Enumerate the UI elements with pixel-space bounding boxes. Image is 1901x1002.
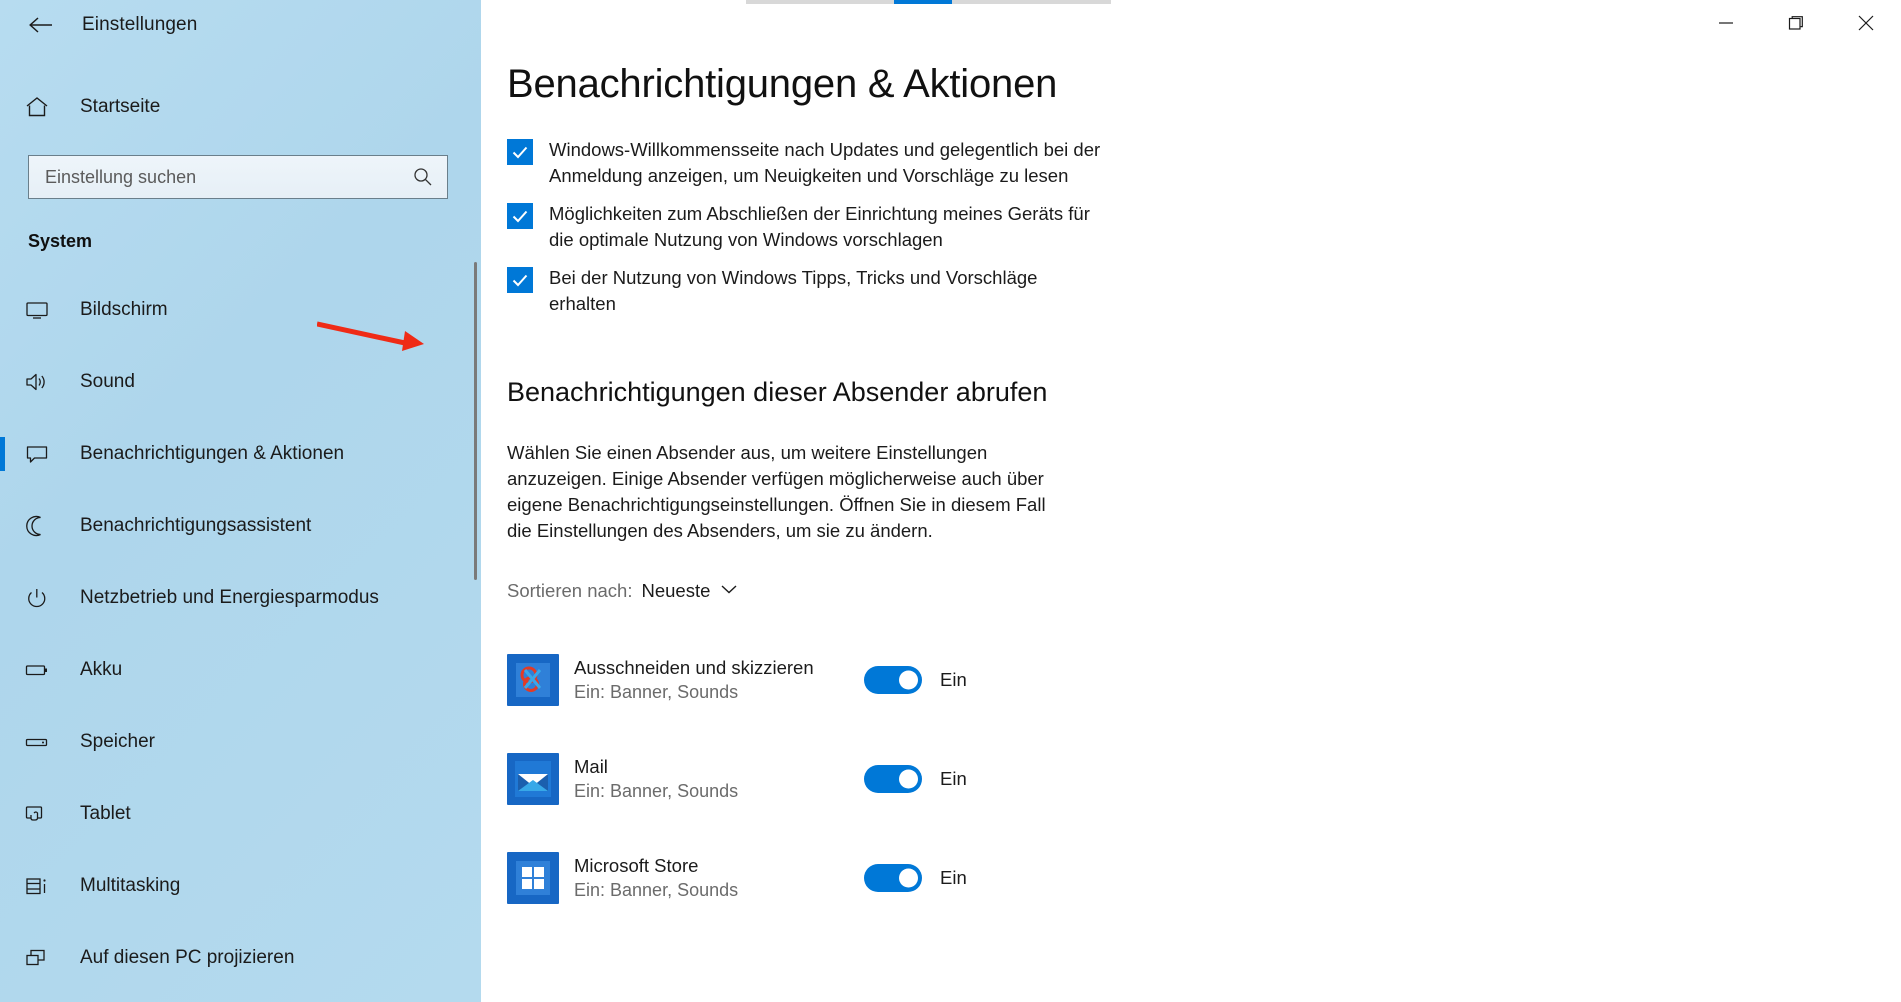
page-title: Benachrichtigungen & Aktionen — [507, 62, 1058, 106]
sidebar-item-tablet[interactable]: Tablet — [0, 778, 481, 850]
app-state: Ein: Banner, Sounds — [574, 879, 739, 900]
power-icon — [24, 587, 50, 609]
sidebar-group-title: System — [28, 231, 93, 251]
multitasking-icon — [24, 875, 50, 897]
sidebar-item-label: Benachrichtigungen & Aktionen — [80, 443, 345, 464]
sidebar-item-label: Sound — [80, 371, 135, 392]
checkbox-label: Möglichkeiten zum Abschließen der Einric… — [549, 203, 1090, 250]
sidebar-item-auf-diesen-pc-projizieren[interactable]: Auf diesen PC projizieren — [0, 922, 481, 994]
sidebar-item-label: Tablet — [80, 803, 131, 824]
toggle-state-label: Ein — [940, 767, 967, 789]
storage-icon — [24, 731, 50, 753]
close-button[interactable] — [1831, 0, 1901, 46]
toggle-state-label: Ein — [940, 866, 967, 888]
sidebar-item-akku[interactable]: Akku — [0, 634, 481, 706]
sidebar-item-label: Bildschirm — [80, 299, 168, 320]
sidebar-item-label: Netzbetrieb und Energiesparmodus — [80, 587, 379, 608]
app-row-snip-sketch[interactable]: Ausschneiden und skizzieren Ein: Banner,… — [507, 630, 1901, 729]
sidebar-item-multitasking[interactable]: Multitasking — [0, 850, 481, 922]
app-name: Mail — [574, 755, 608, 777]
sidebar-item-label: Akku — [80, 659, 123, 680]
checkbox-label: Bei der Nutzung von Windows Tipps, Trick… — [549, 267, 1038, 314]
moon-icon — [24, 515, 50, 537]
sidebar: Einstellungen Startseite System — [0, 0, 481, 1002]
settings-window: Einstellungen Startseite System — [0, 0, 1901, 1002]
main-content: Benachrichtigungen & Aktionen Windows-Wi… — [481, 0, 1901, 1002]
sidebar-item-home[interactable]: Startseite — [0, 83, 481, 131]
sidebar-titlebar: Einstellungen — [0, 0, 481, 50]
app-name: Ausschneiden und skizzieren — [574, 656, 814, 678]
sidebar-item-label: Speicher — [80, 731, 155, 752]
sidebar-nav: Bildschirm Sound Benachrichtigungen & Ak… — [0, 274, 481, 994]
mail-icon — [507, 752, 559, 805]
search-input[interactable] — [45, 166, 411, 188]
monitor-icon — [24, 299, 50, 321]
battery-icon — [24, 659, 50, 681]
chat-bubble-icon — [24, 443, 50, 465]
toggle-state-label: Ein — [940, 668, 967, 690]
app-text-block: Microsoft Store Ein: Banner, Sounds — [574, 853, 864, 903]
checkmark-icon[interactable] — [507, 267, 533, 293]
sidebar-item-bildschirm[interactable]: Bildschirm — [0, 274, 481, 346]
app-row-microsoft-store[interactable]: Microsoft Store Ein: Banner, Sounds Ein — [507, 828, 1901, 927]
minimize-icon — [1719, 22, 1733, 24]
section-description: Wählen Sie einen Absender aus, um weiter… — [507, 442, 1046, 541]
sidebar-item-label: Benachrichtigungsassistent — [80, 515, 312, 536]
sort-prefix-label: Sortieren nach: — [507, 580, 633, 601]
chevron-down-icon[interactable] — [719, 582, 739, 601]
app-row-mail[interactable]: Mail Ein: Banner, Sounds Ein — [507, 729, 1901, 828]
sidebar-item-netzbetrieb-energiesparmodus[interactable]: Netzbetrieb und Energiesparmodus — [0, 562, 481, 634]
app-text-block: Ausschneiden und skizzieren Ein: Banner,… — [574, 655, 864, 705]
app-state: Ein: Banner, Sounds — [574, 681, 739, 702]
back-button[interactable] — [18, 6, 64, 44]
window-tab-indicator — [746, 0, 1111, 4]
checkbox-label: Windows-Willkommensseite nach Updates un… — [549, 139, 1101, 186]
app-toggle-group: Ein — [864, 665, 967, 694]
sort-selected-value: Neueste — [641, 580, 711, 601]
snip-sketch-icon — [507, 653, 559, 706]
settings-page: Benachrichtigungen & Aktionen Windows-Wi… — [481, 0, 1901, 927]
speaker-icon — [24, 371, 50, 393]
home-icon — [24, 95, 50, 119]
notification-toggle[interactable] — [864, 863, 922, 892]
checkmark-icon[interactable] — [507, 139, 533, 165]
sidebar-item-sound[interactable]: Sound — [0, 346, 481, 418]
notification-toggle[interactable] — [864, 665, 922, 694]
checkbox-row-tips-tricks[interactable]: Bei der Nutzung von Windows Tipps, Trick… — [507, 265, 1901, 317]
sidebar-item-label: Multitasking — [80, 875, 181, 896]
checkmark-icon[interactable] — [507, 203, 533, 229]
section-heading-senders: Benachrichtigungen dieser Absender abruf… — [507, 377, 1048, 407]
search-icon[interactable] — [411, 166, 435, 188]
close-icon — [1858, 15, 1874, 31]
window-controls — [1691, 0, 1901, 46]
window-title: Einstellungen — [82, 14, 198, 35]
sidebar-item-label: Auf diesen PC projizieren — [80, 947, 295, 968]
microsoft-store-icon — [507, 851, 559, 904]
maximize-button[interactable] — [1761, 0, 1831, 46]
app-toggle-group: Ein — [864, 863, 967, 892]
checkbox-row-setup-suggestions[interactable]: Möglichkeiten zum Abschließen der Einric… — [507, 201, 1901, 253]
sidebar-item-benachrichtigungsassistent[interactable]: Benachrichtigungsassistent — [0, 490, 481, 562]
back-arrow-icon — [29, 17, 52, 33]
app-name: Microsoft Store — [574, 854, 699, 876]
sidebar-home-label: Startseite — [80, 96, 161, 117]
sidebar-item-speicher[interactable]: Speicher — [0, 706, 481, 778]
sender-app-list: Ausschneiden und skizzieren Ein: Banner,… — [507, 630, 1901, 927]
app-text-block: Mail Ein: Banner, Sounds — [574, 754, 864, 804]
app-state: Ein: Banner, Sounds — [574, 780, 739, 801]
sort-dropdown[interactable]: Sortieren nach: Neueste — [507, 580, 739, 602]
project-icon — [24, 947, 50, 969]
app-toggle-group: Ein — [864, 764, 967, 793]
minimize-button[interactable] — [1691, 0, 1761, 46]
sidebar-item-benachrichtigungen-aktionen[interactable]: Benachrichtigungen & Aktionen — [0, 418, 481, 490]
maximize-icon — [1788, 16, 1803, 30]
tablet-icon — [24, 803, 50, 825]
general-checkbox-list: Windows-Willkommensseite nach Updates un… — [507, 137, 1901, 317]
sidebar-scrollbar[interactable] — [474, 262, 477, 580]
checkbox-row-welcome-page[interactable]: Windows-Willkommensseite nach Updates un… — [507, 137, 1901, 189]
notification-toggle[interactable] — [864, 764, 922, 793]
search-box[interactable] — [28, 155, 448, 199]
